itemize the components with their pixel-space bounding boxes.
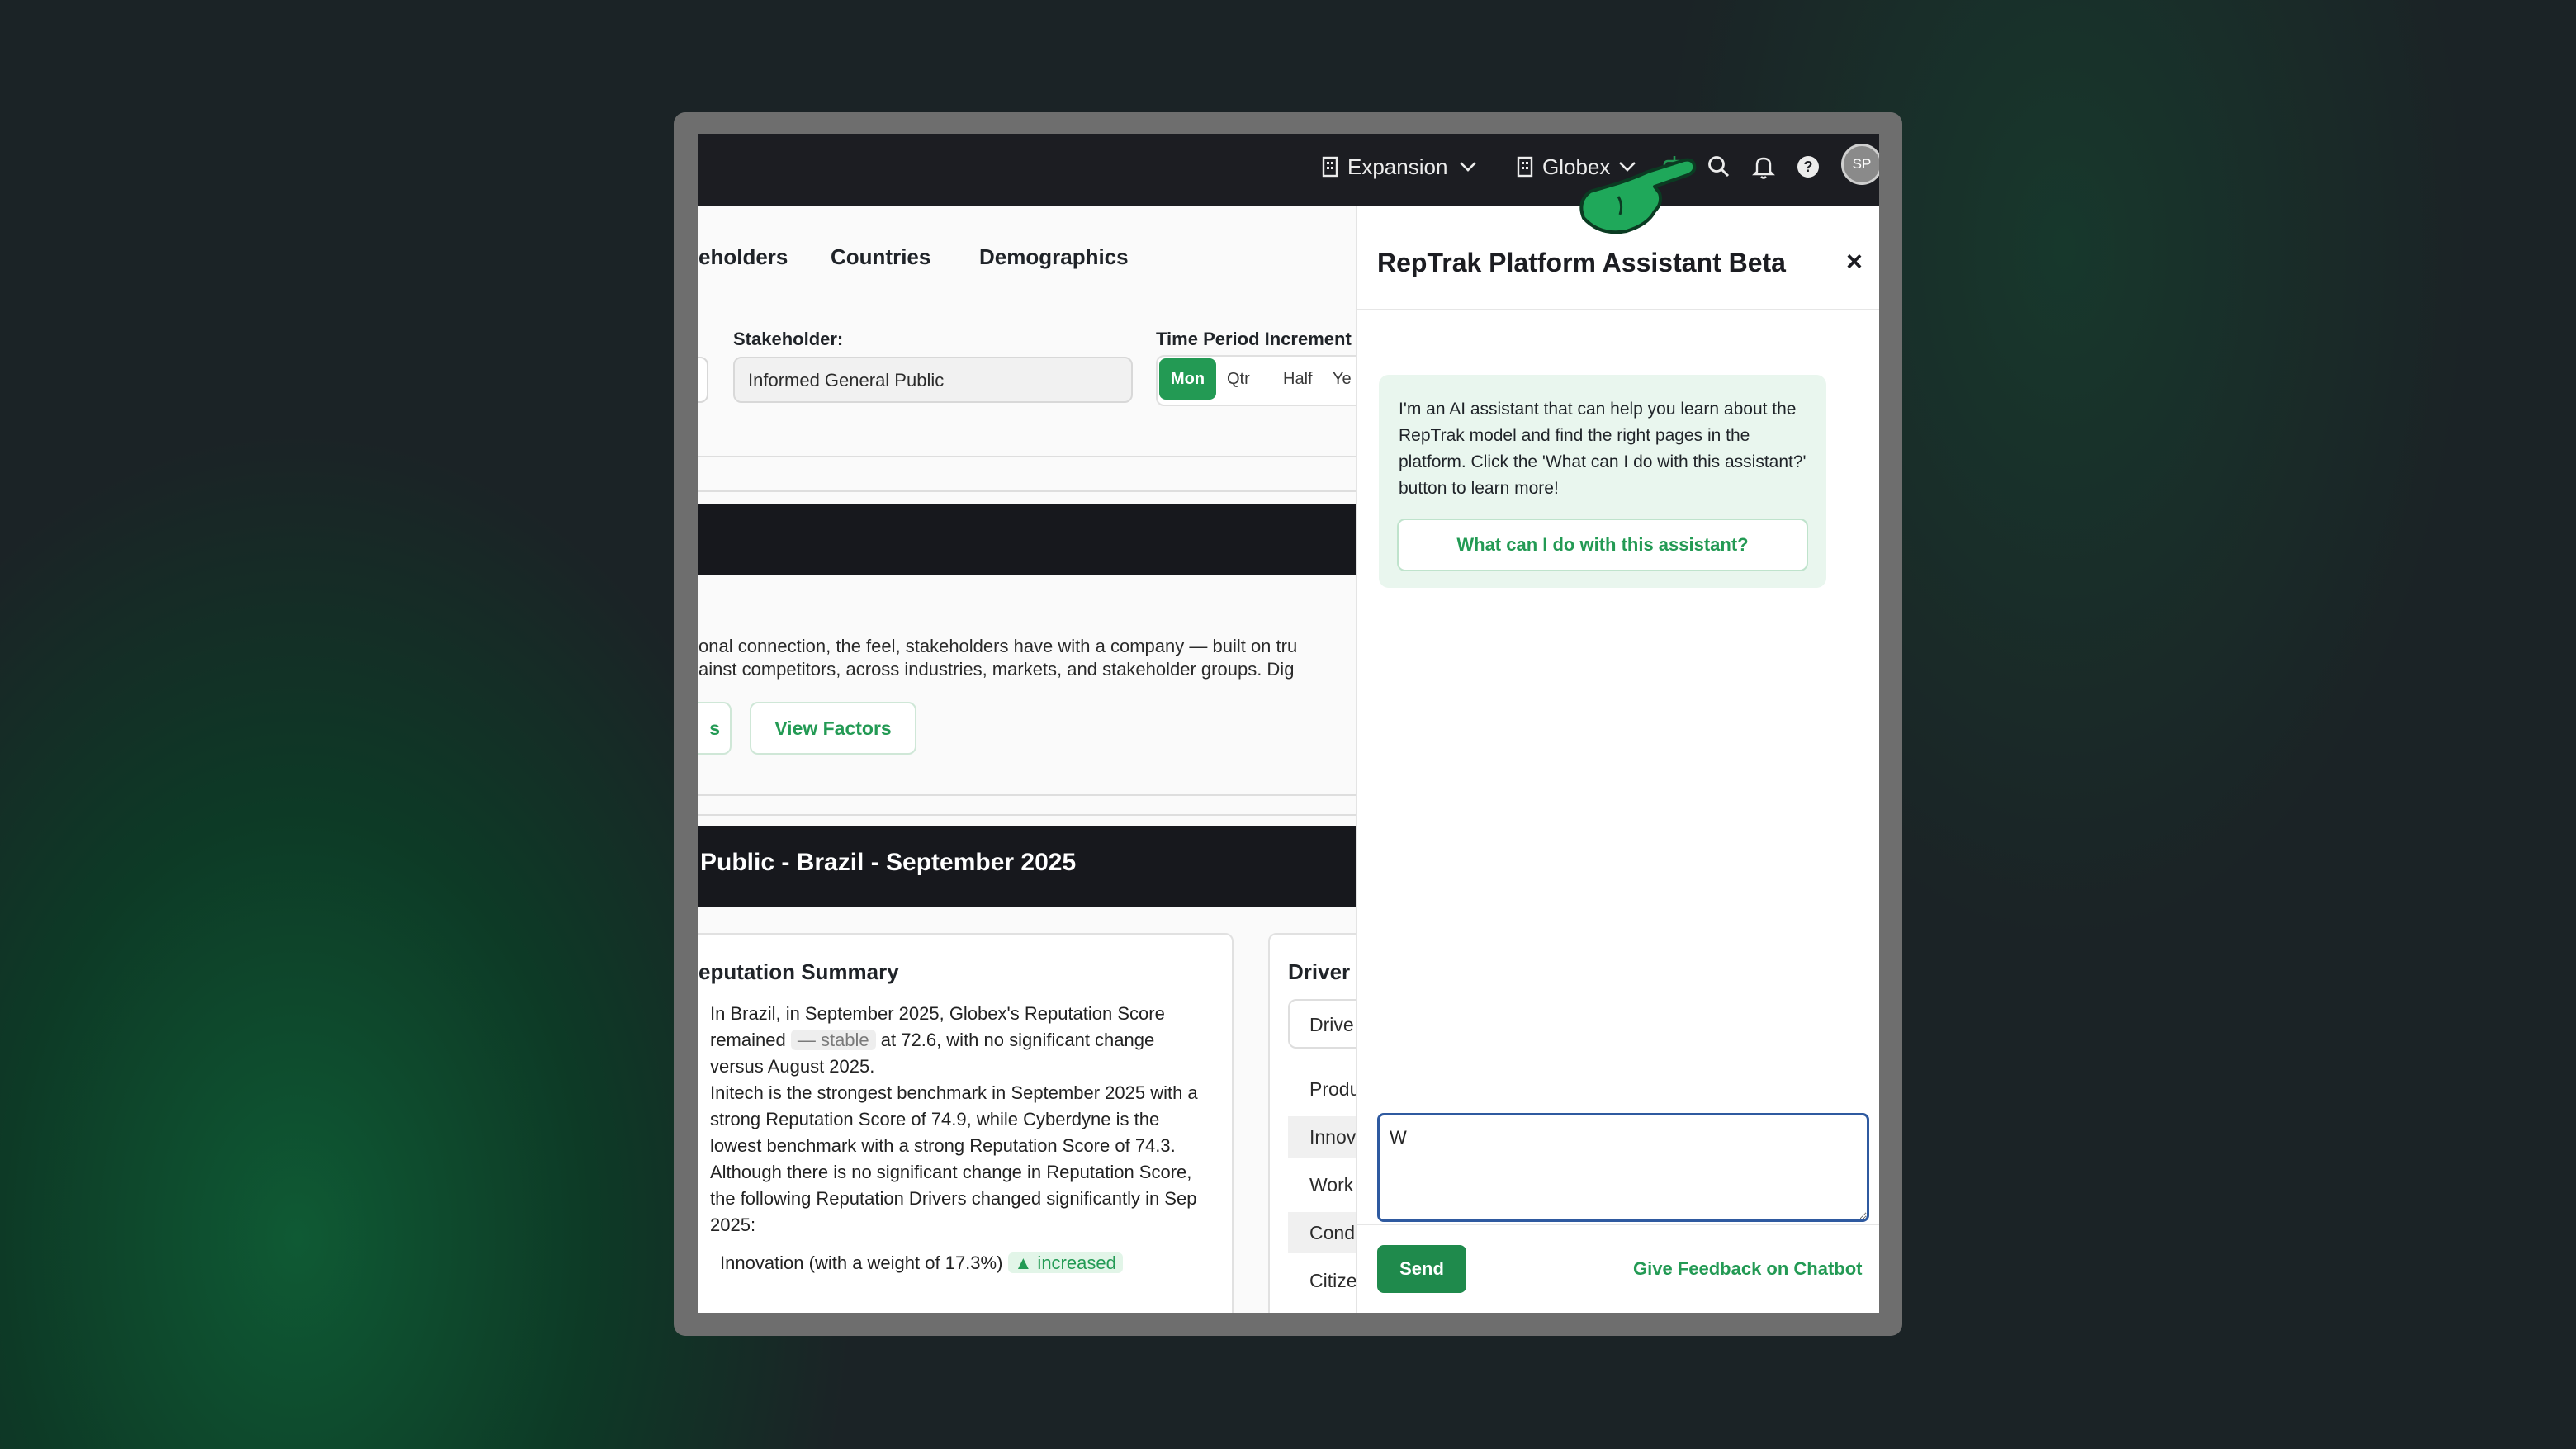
feedback-link[interactable]: Give Feedback on Chatbot: [1633, 1258, 1863, 1280]
workspace-selector[interactable]: Expansion: [1321, 150, 1477, 183]
intro-header-band: [698, 504, 1359, 575]
chevron-down-icon: [1460, 162, 1477, 172]
building-icon: [1322, 156, 1338, 178]
tab-demographics[interactable]: Demographics: [979, 244, 1129, 270]
assistant-intro-text: I'm an AI assistant that can help you le…: [1399, 400, 1807, 498]
tab-countries[interactable]: Countries: [831, 244, 930, 270]
divider: [698, 814, 1359, 816]
assistant-message: I'm an AI assistant that can help you le…: [1379, 375, 1826, 588]
pointing-hand-cursor-icon: [1579, 158, 1697, 234]
send-button[interactable]: Send: [1377, 1245, 1466, 1293]
reputation-summary-text: In Brazil, in September 2025, Globex's R…: [710, 1001, 1205, 1276]
intro-text-line: ainst competitors, across industries, ma…: [698, 659, 1295, 680]
summary-paragraph: Initech is the strongest benchmark in Se…: [710, 1082, 1198, 1156]
time-period-label: Time Period Increment: [1156, 329, 1352, 349]
view-drivers-button[interactable]: s: [698, 702, 732, 755]
assistant-title: RepTrak Platform Assistant Beta: [1377, 248, 1786, 277]
stakeholder-label: Stakeholder:: [733, 329, 844, 349]
divider: [698, 490, 1359, 492]
driver-change-item: Innovation (with a weight of 17.3%) ▲ in…: [720, 1250, 1205, 1276]
reputation-summary-title: eputation Summary: [698, 959, 899, 984]
time-option-quarter[interactable]: Qtr: [1227, 357, 1250, 401]
app-screen: Expansion Globex ? SP eholders Countries…: [698, 134, 1879, 1313]
section-title: Public - Brazil - September 2025: [700, 849, 1077, 876]
divider: [698, 794, 1359, 796]
search-icon[interactable]: [1704, 152, 1734, 182]
drivers-title: Driver: [1288, 959, 1351, 984]
divider: [1357, 1224, 1879, 1225]
increased-badge: ▲ increased: [1007, 1252, 1123, 1273]
building-icon: [1517, 156, 1533, 178]
top-bar: Expansion Globex ? SP: [698, 134, 1879, 206]
chat-input[interactable]: [1377, 1113, 1869, 1222]
svg-text:?: ?: [1804, 159, 1813, 175]
workspace-label: Expansion: [1347, 154, 1448, 179]
summary-paragraph: Although there is no significant change …: [710, 1162, 1197, 1235]
stakeholder-select[interactable]: Informed General Public: [733, 357, 1133, 403]
close-icon[interactable]: ×: [1846, 246, 1863, 278]
tab-stakeholders[interactable]: eholders: [698, 244, 788, 270]
bell-icon[interactable]: [1749, 152, 1778, 182]
time-option-month[interactable]: Mon: [1159, 358, 1217, 400]
avatar[interactable]: SP: [1841, 144, 1879, 185]
view-factors-button[interactable]: View Factors: [750, 702, 916, 755]
summary-paragraph: In Brazil, in September 2025, Globex's R…: [710, 1003, 1165, 1077]
previous-filter-select[interactable]: [698, 357, 708, 403]
time-option-half[interactable]: Half: [1283, 357, 1313, 401]
time-option-year[interactable]: Ye: [1333, 357, 1352, 401]
divider: [1357, 309, 1879, 310]
help-icon[interactable]: ?: [1793, 152, 1823, 182]
intro-text-line: onal connection, the feel, stakeholders …: [698, 636, 1298, 656]
what-can-i-do-button[interactable]: What can I do with this assistant?: [1397, 519, 1808, 571]
divider: [698, 456, 1359, 457]
stable-badge: — stable: [790, 1030, 876, 1050]
